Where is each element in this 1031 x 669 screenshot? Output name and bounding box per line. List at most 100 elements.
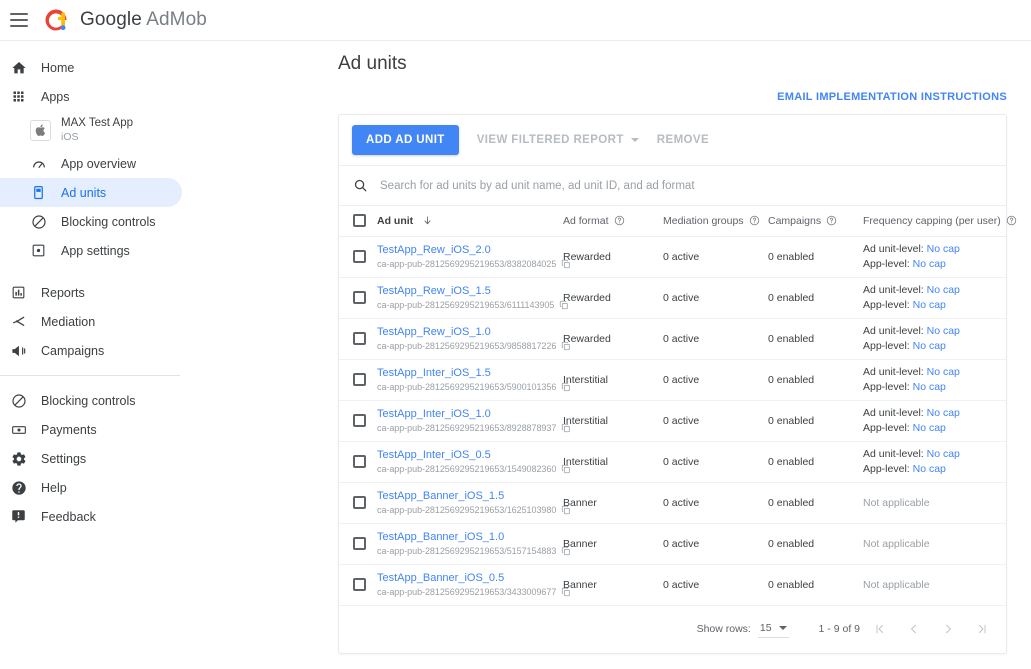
ad-unit-id-row: ca-app-pub-2812569295219653/3433009677 (377, 587, 571, 597)
row-checkbox[interactable] (353, 332, 366, 345)
row-checkbox[interactable] (353, 250, 366, 263)
freq-app-level: App-level: No cap (863, 421, 1006, 435)
ad-unit-name-link[interactable]: TestApp_Rew_iOS_2.0 (377, 244, 563, 257)
sidebar-item-app-settings[interactable]: App settings (0, 236, 182, 265)
freq-ad-unit-level-value[interactable]: No cap (927, 284, 960, 296)
table-row[interactable]: TestApp_Rew_iOS_1.0 ca-app-pub-2812569295… (339, 318, 1006, 359)
freq-ad-unit-level-value[interactable]: No cap (927, 448, 960, 460)
header-ad-unit[interactable]: Ad unit (377, 206, 563, 237)
next-page-button[interactable] (934, 615, 962, 643)
sidebar-item-settings[interactable]: Settings (0, 444, 182, 473)
help-icon[interactable] (614, 215, 625, 226)
first-page-icon (876, 624, 883, 634)
row-checkbox[interactable] (353, 414, 366, 427)
table-row[interactable]: TestApp_Banner_iOS_0.5 ca-app-pub-2812569… (339, 564, 1006, 605)
row-checkbox[interactable] (353, 578, 366, 591)
freq-app-level: App-level: No cap (863, 339, 1006, 353)
ad-unit-name-link[interactable]: TestApp_Banner_iOS_1.5 (377, 490, 563, 503)
search-row (339, 166, 1006, 206)
sidebar-item-home[interactable]: Home (0, 53, 182, 82)
help-icon[interactable] (826, 215, 837, 226)
sidebar-item-reports[interactable]: Reports (0, 278, 182, 307)
next-page-icon (946, 624, 952, 634)
prev-page-icon (910, 624, 916, 634)
freq-ad-unit-level-value[interactable]: No cap (927, 243, 960, 255)
table-row[interactable]: TestApp_Banner_iOS_1.0 ca-app-pub-2812569… (339, 523, 1006, 564)
freq-app-level-value[interactable]: No cap (913, 299, 946, 311)
table-row[interactable]: TestApp_Inter_iOS_1.5 ca-app-pub-28125692… (339, 359, 1006, 400)
row-mediation-groups: 0 active (663, 537, 700, 550)
row-ad-unit-cell: TestApp_Inter_iOS_1.5 ca-app-pub-28125692… (377, 359, 571, 400)
freq-app-level-value[interactable]: No cap (913, 422, 946, 434)
table-row[interactable]: TestApp_Rew_iOS_2.0 ca-app-pub-2812569295… (339, 236, 1006, 277)
freq-not-applicable: Not applicable (863, 578, 930, 591)
table-row[interactable]: TestApp_Rew_iOS_1.5 ca-app-pub-2812569295… (339, 277, 1006, 318)
freq-ad-unit-level-value[interactable]: No cap (927, 366, 960, 378)
sidebar-item-blocking-controls[interactable]: Blocking controls (0, 386, 182, 415)
sidebar-item-payments[interactable]: Payments (0, 415, 182, 444)
sidebar-item-label: Feedback (41, 509, 96, 524)
sidebar-item-ad-units[interactable]: Ad units (0, 178, 182, 207)
search-input[interactable] (380, 179, 992, 192)
first-page-button[interactable] (866, 615, 894, 643)
sidebar-item-help[interactable]: Help (0, 473, 182, 502)
freq-app-level-value[interactable]: No cap (913, 258, 946, 270)
row-campaigns: 0 enabled (768, 455, 815, 468)
sidebar-app-entry[interactable]: MAX Test App iOS (0, 111, 322, 149)
ad-unit-name-link[interactable]: TestApp_Inter_iOS_0.5 (377, 449, 563, 462)
help-icon[interactable] (1006, 215, 1017, 226)
sidebar-item-campaigns[interactable]: Campaigns (0, 336, 182, 365)
row-checkbox[interactable] (353, 291, 366, 304)
sidebar-item-blocking-controls-app[interactable]: Blocking controls (0, 207, 182, 236)
help-icon[interactable] (749, 215, 760, 226)
table-body: TestApp_Rew_iOS_2.0 ca-app-pub-2812569295… (339, 236, 1006, 605)
row-select-cell (339, 482, 377, 523)
row-checkbox[interactable] (353, 537, 366, 550)
prev-page-button[interactable] (900, 615, 928, 643)
header-mediation-groups: Mediation groups (663, 206, 768, 237)
freq-ad-unit-level-label: Ad unit-level: (863, 407, 924, 420)
row-ad-format: Banner (563, 537, 597, 550)
table-toolbar: ADD AD UNIT VIEW FILTERED REPORT REMOVE (339, 115, 1006, 166)
sidebar-item-mediation[interactable]: Mediation (0, 307, 182, 336)
hamburger-menu-icon[interactable] (10, 13, 28, 27)
ad-unit-name-link[interactable]: TestApp_Banner_iOS_0.5 (377, 572, 563, 585)
select-all-checkbox[interactable] (353, 214, 366, 228)
freq-app-level-value[interactable]: No cap (913, 340, 946, 352)
sidebar-item-apps[interactable]: Apps (0, 82, 182, 111)
row-ad-format: Interstitial (563, 455, 608, 468)
ad-unit-id-row: ca-app-pub-2812569295219653/8382084025 (377, 259, 571, 269)
sidebar-item-feedback[interactable]: Feedback (0, 502, 182, 531)
row-campaigns: 0 enabled (768, 373, 815, 386)
row-checkbox[interactable] (353, 455, 366, 468)
table-row[interactable]: TestApp_Inter_iOS_1.0 ca-app-pub-28125692… (339, 400, 1006, 441)
ad-unit-name-link[interactable]: TestApp_Inter_iOS_1.5 (377, 367, 563, 380)
freq-app-level-value[interactable]: No cap (913, 463, 946, 475)
view-filtered-report-button[interactable]: VIEW FILTERED REPORT (477, 134, 639, 146)
home-icon (10, 59, 27, 76)
sort-descending-icon[interactable] (422, 215, 433, 226)
freq-ad-unit-level-value[interactable]: No cap (927, 407, 960, 419)
freq-app-level: App-level: No cap (863, 298, 1006, 312)
email-implementation-instructions-link[interactable]: EMAIL IMPLEMENTATION INSTRUCTIONS (777, 91, 1007, 103)
sidebar-item-app-overview[interactable]: App overview (0, 149, 182, 178)
add-ad-unit-button[interactable]: ADD AD UNIT (352, 125, 459, 155)
row-ad-format: Rewarded (563, 250, 611, 263)
ad-unit-name-link[interactable]: TestApp_Rew_iOS_1.5 (377, 285, 563, 298)
ad-unit-name-link[interactable]: TestApp_Inter_iOS_1.0 (377, 408, 563, 421)
row-mediation-groups: 0 active (663, 250, 700, 263)
rows-per-page-select[interactable]: 15 (757, 620, 789, 638)
row-checkbox[interactable] (353, 373, 366, 386)
last-page-button[interactable] (968, 615, 996, 643)
freq-app-level-value[interactable]: No cap (913, 381, 946, 393)
freq-ad-unit-level-value[interactable]: No cap (927, 325, 960, 337)
header-campaigns: Campaigns (768, 206, 863, 237)
ad-unit-name-link[interactable]: TestApp_Rew_iOS_1.0 (377, 326, 563, 339)
brand-title: Google AdMob (80, 9, 207, 31)
ad-unit-name-link[interactable]: TestApp_Banner_iOS_1.0 (377, 531, 563, 544)
table-row[interactable]: TestApp_Inter_iOS_0.5 ca-app-pub-28125692… (339, 441, 1006, 482)
row-checkbox[interactable] (353, 496, 366, 509)
row-campaigns: 0 enabled (768, 537, 815, 550)
remove-button[interactable]: REMOVE (657, 134, 709, 146)
table-row[interactable]: TestApp_Banner_iOS_1.5 ca-app-pub-2812569… (339, 482, 1006, 523)
